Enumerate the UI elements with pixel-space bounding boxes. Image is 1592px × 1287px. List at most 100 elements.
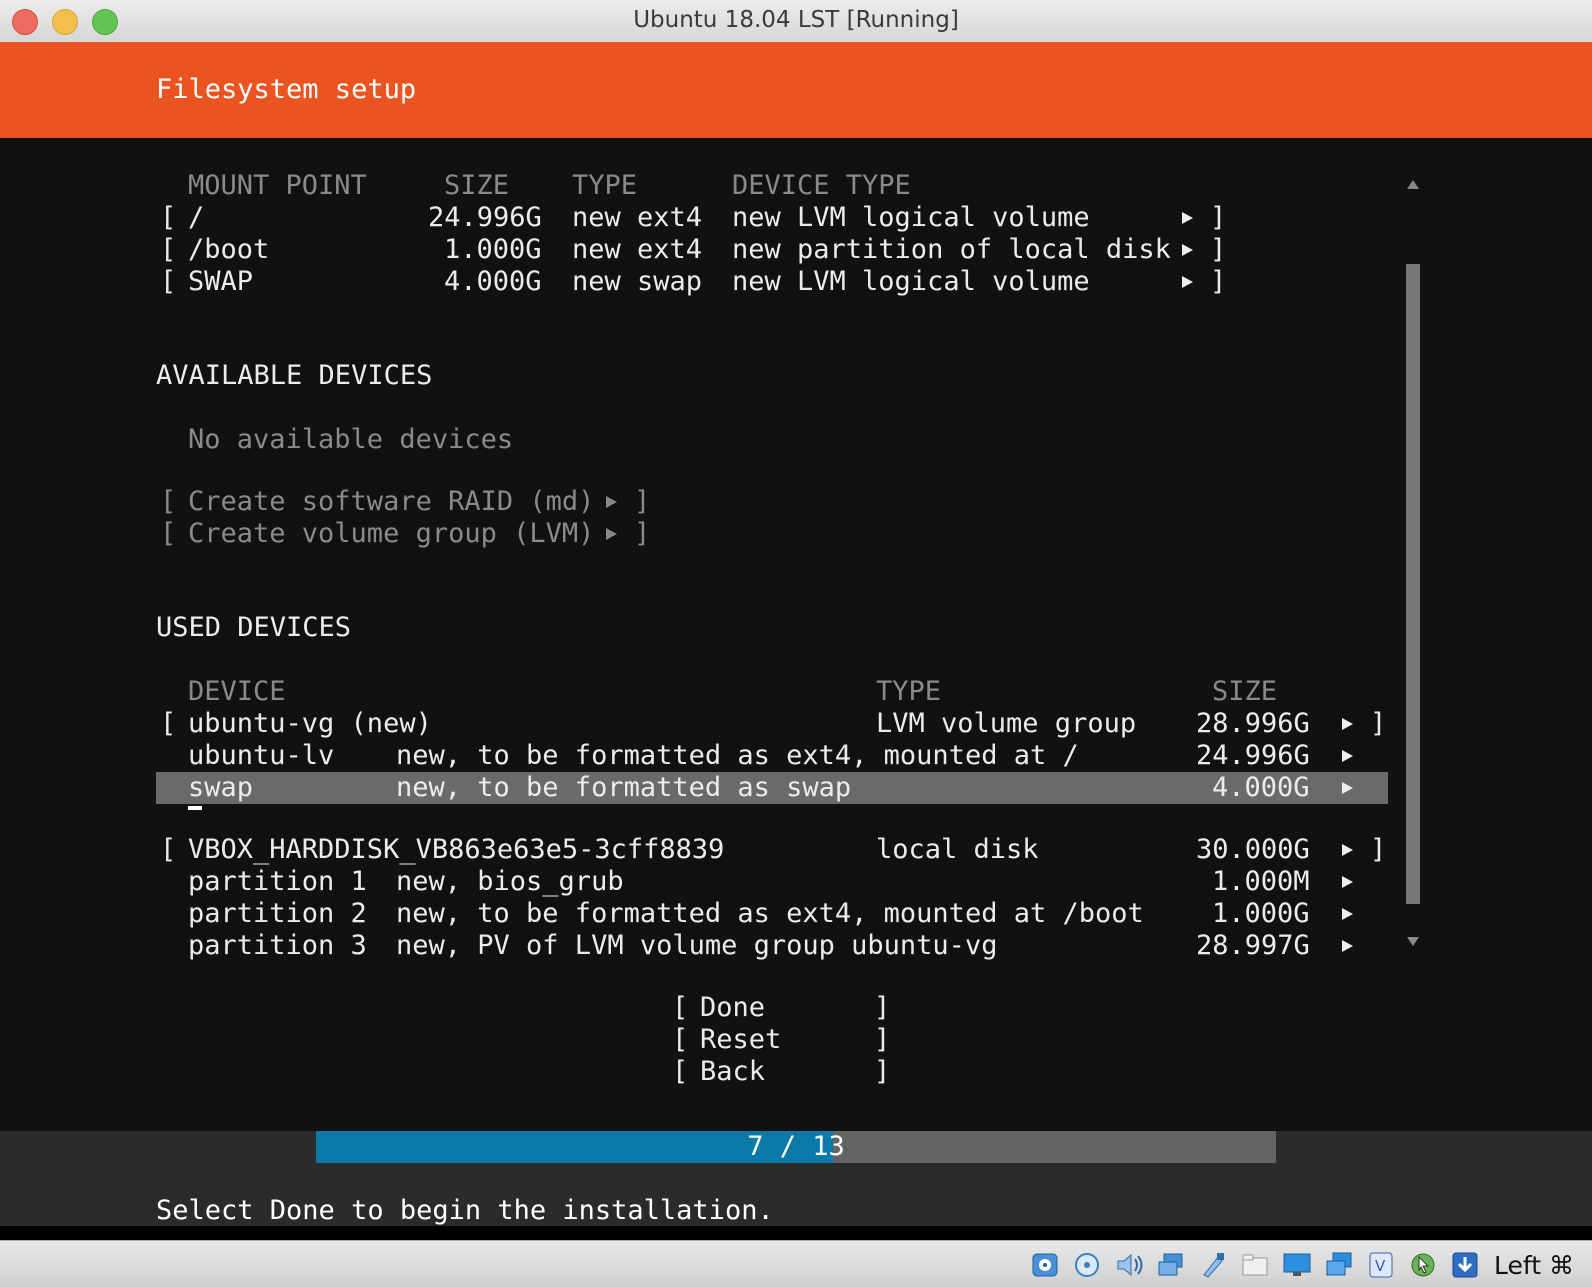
bracket-close: ] [634,486,651,517]
button-label: Back [700,1056,766,1087]
device-size: 28.997G [1196,930,1310,961]
usb-icon[interactable] [1198,1251,1228,1279]
optical-drive-icon[interactable] [1072,1251,1102,1279]
recording-icon[interactable] [1324,1251,1354,1279]
svg-text:V: V [1375,1257,1386,1275]
bracket-close: ] [1210,234,1227,265]
bracket-close: ] [874,992,891,1023]
device-name: swap [188,772,254,803]
device-row-ubuntu-vg[interactable]: [ ubuntu-vg (new) LVM volume group 28.99… [0,708,1400,740]
summary-row-root[interactable]: [ / 24.996G new ext4 new LVM logical vol… [0,202,1240,234]
device-type: new partition of local disk [732,234,1171,265]
chevron-right-icon [1342,876,1353,888]
chevron-right-icon [1182,276,1193,288]
audio-icon[interactable] [1114,1251,1144,1279]
mount-point: / [188,202,205,233]
summary-header-row: MOUNT POINT SIZE TYPE DEVICE TYPE [0,170,911,202]
section-heading: USED DEVICES [156,612,352,643]
size: 1.000G [444,234,542,265]
section-heading: AVAILABLE DEVICES [156,360,433,391]
device-name: VBOX_HARDDISK_VB863e63e5-3cff8839 [188,834,725,865]
bracket-open: [ [672,992,689,1023]
size: 24.996G [428,202,542,233]
device-size: 24.996G [1196,740,1310,771]
done-button[interactable]: [ Done ] [672,992,896,1024]
bracket-open: [ [160,708,177,739]
device-description: new, to be formatted as swap [396,772,852,803]
bracket-close: ] [1370,834,1387,865]
scroll-up-arrow-icon[interactable] [1407,180,1419,189]
bracket-open: [ [160,518,177,549]
no-devices-message: No available devices [0,424,513,456]
network-icon[interactable] [1156,1251,1186,1279]
bracket-open: [ [160,266,177,297]
device-size: 1.000G [1212,898,1310,929]
keyboard-capture-icon[interactable] [1450,1251,1480,1279]
empty-message: No available devices [188,424,514,455]
col-device-type: DEVICE TYPE [732,170,911,201]
device-row-partition-3[interactable]: partition 3 new, PV of LVM volume group … [0,930,1400,962]
scrollbar-thumb[interactable] [1406,264,1420,904]
bracket-open: [ [672,1056,689,1087]
mouse-integration-icon[interactable] [1408,1251,1438,1279]
mount-point: SWAP [188,266,254,297]
bracket-open: [ [672,1024,689,1055]
text-cursor [188,806,202,810]
device-description: new, PV of LVM volume group ubuntu-vg [396,930,998,961]
col-type: TYPE [876,676,942,707]
action-label: Create software RAID (md) [188,486,595,517]
chevron-right-icon [1342,940,1353,952]
reset-button[interactable]: [ Reset ] [672,1024,896,1056]
progress-text: 7 / 13 [747,1131,845,1162]
scroll-down-arrow-icon[interactable] [1407,937,1419,946]
display-icon[interactable] [1282,1251,1312,1279]
device-description: new, to be formatted as ext4, mounted at… [396,740,1079,771]
device-row-ubuntu-lv[interactable]: ubuntu-lv new, to be formatted as ext4, … [0,740,1400,772]
device-row-partition-2[interactable]: partition 2 new, to be formatted as ext4… [0,898,1400,930]
device-type: new LVM logical volume [732,266,1090,297]
device-name: ubuntu-vg (new) [188,708,432,739]
device-row-partition-1[interactable]: partition 1 new, bios_grub 1.000M [0,866,1400,898]
chevron-right-icon [606,528,617,540]
summary-row-swap[interactable]: [ SWAP 4.000G new swap new LVM logical v… [0,266,1240,298]
col-size: SIZE [1212,676,1278,707]
vrde-icon[interactable]: V [1366,1251,1396,1279]
chevron-right-icon [1342,782,1353,794]
bracket-open: [ [160,202,177,233]
installer-header: Filesystem setup [0,42,1592,138]
main-panel: MOUNT POINT SIZE TYPE DEVICE TYPE [ / 24… [0,138,1592,1131]
mount-point: /boot [188,234,270,265]
create-raid-button[interactable]: [ Create software RAID (md) ] [0,486,660,518]
button-label: Reset [700,1024,782,1055]
button-label: Done [700,992,766,1023]
bracket-open: [ [160,234,177,265]
device-description: new, bios_grub [396,866,624,897]
host-key-label: Left ⌘ [1494,1251,1574,1280]
device-name: partition 2 [188,898,367,929]
used-devices-heading: USED DEVICES [0,612,351,644]
status-message: Select Done to begin the installation. [156,1195,774,1226]
bracket-open: [ [160,486,177,517]
device-row-swap-selected[interactable]: swap new, to be formatted as swap 4.000G [156,772,1388,804]
create-volume-group-button[interactable]: [ Create volume group (LVM) ] [0,518,660,550]
back-button[interactable]: [ Back ] [672,1056,896,1088]
device-row-vbox-harddisk[interactable]: [ VBOX_HARDDISK_VB863e63e5-3cff8839 loca… [0,834,1400,866]
shared-folder-icon[interactable] [1240,1251,1270,1279]
window-title: Ubuntu 18.04 LST [Running] [633,7,959,33]
chevron-right-icon [1182,244,1193,256]
device-size: 28.996G [1196,708,1310,739]
available-devices-heading: AVAILABLE DEVICES [0,360,432,392]
progress-bar: 7 / 13 [316,1131,1276,1163]
bracket-close: ] [1210,266,1227,297]
summary-row-boot[interactable]: [ /boot 1.000G new ext4 new partition of… [0,234,1240,266]
device-name: ubuntu-lv [188,740,335,771]
hard-disk-icon[interactable] [1030,1251,1060,1279]
device-type: LVM volume group [876,708,1137,739]
chevron-right-icon [1182,212,1193,224]
installer-footer: 7 / 13 Select Done to begin the installa… [0,1131,1592,1226]
fs-type: new ext4 [572,234,703,265]
bracket-close: ] [874,1056,891,1087]
chevron-right-icon [1342,750,1353,762]
vm-statusbar: V Left ⌘ [0,1240,1592,1287]
col-mount-point: MOUNT POINT [188,170,367,201]
